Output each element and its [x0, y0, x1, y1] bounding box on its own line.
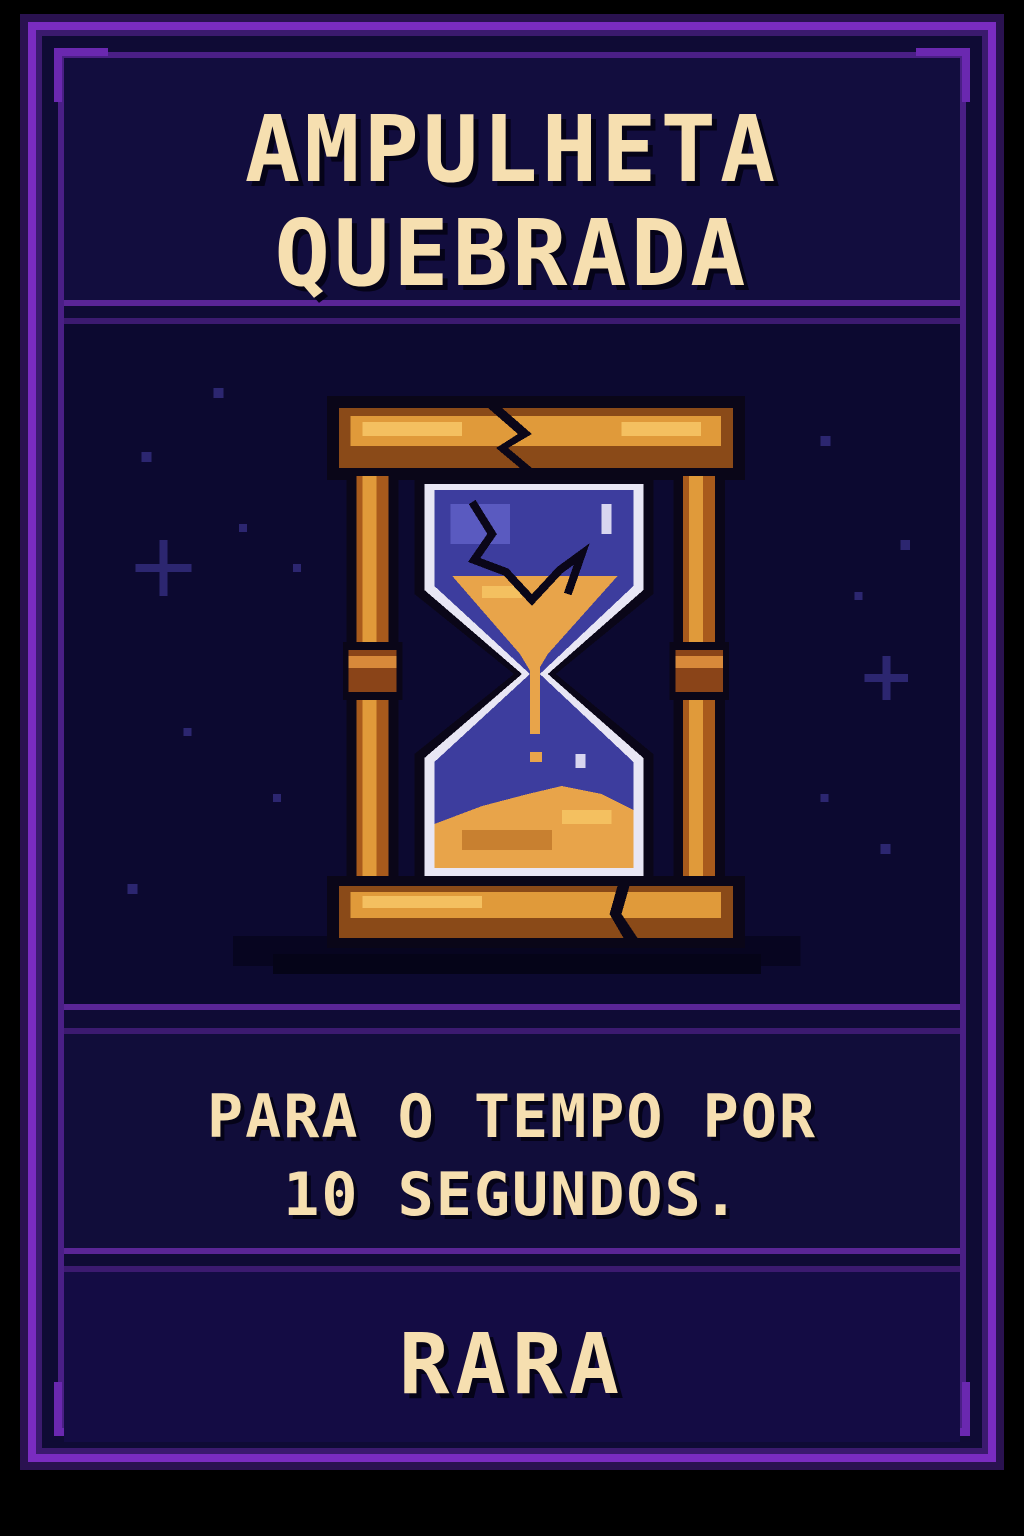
description-panel: PARA O TEMPO POR 10 SEGUNDOS. — [64, 1028, 960, 1254]
card-title-line-1: AMPULHETA — [244, 96, 780, 203]
card-description-line-2: 10 SEGUNDOS. — [283, 1160, 741, 1230]
card-description-line-1: PARA O TEMPO POR — [207, 1082, 817, 1152]
rarity-panel: RARA — [64, 1266, 960, 1442]
broken-hourglass-icon — [127, 388, 911, 974]
item-card[interactable]: AMPULHETA QUEBRADA PARA O TEMPO POR 10 S… — [20, 14, 1004, 1470]
card-title-line-2: QUEBRADA — [274, 200, 750, 307]
artwork-panel — [64, 318, 960, 1010]
title-panel: AMPULHETA QUEBRADA — [64, 58, 960, 306]
card-description: PARA O TEMPO POR 10 SEGUNDOS. — [64, 1078, 960, 1234]
rarity-label: RARA — [398, 1315, 626, 1413]
card-title: AMPULHETA QUEBRADA — [64, 98, 960, 306]
